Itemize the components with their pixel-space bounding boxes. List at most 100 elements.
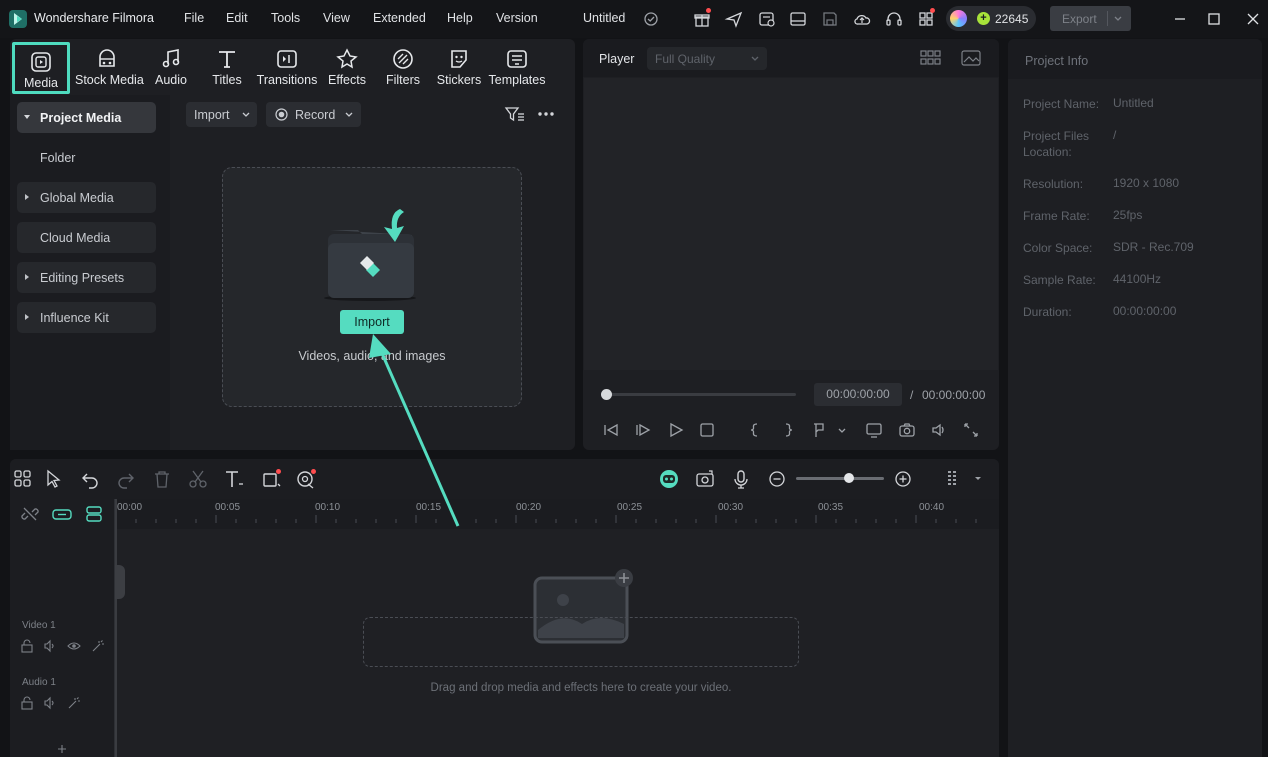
tab-media[interactable]: Media (12, 42, 70, 94)
more-options-icon[interactable] (536, 104, 556, 124)
microphone-icon[interactable] (730, 468, 752, 490)
tab-stickers-label: Stickers (436, 73, 482, 87)
minimize-icon[interactable] (1170, 9, 1190, 29)
playhead[interactable] (115, 499, 117, 757)
chevron-down-icon (345, 112, 353, 117)
mute-track-icon[interactable] (43, 696, 57, 710)
lock-track-icon[interactable] (20, 639, 34, 653)
close-icon[interactable] (1243, 9, 1263, 29)
marker-dropdown-icon[interactable] (811, 421, 849, 439)
total-timecode: 00:00:00:00 (922, 388, 986, 402)
eye-visibility-icon[interactable] (67, 639, 81, 653)
ruler-label: 00:00 (117, 502, 143, 513)
send-icon[interactable] (724, 9, 744, 29)
tab-transitions[interactable]: Transitions (256, 42, 318, 94)
mark-in-icon[interactable] (746, 421, 764, 439)
menu-extended[interactable]: Extended (373, 11, 426, 25)
add-track-icon[interactable] (56, 743, 68, 755)
menu-version[interactable]: Version (496, 11, 538, 25)
cloud-upload-icon[interactable] (852, 9, 872, 29)
tab-filters[interactable]: Filters (376, 42, 430, 94)
unlink-icon[interactable] (20, 504, 40, 524)
sidebar-item-cloud-media[interactable]: Cloud Media (17, 222, 156, 253)
tab-templates-label: Templates (488, 73, 546, 87)
tab-audio[interactable]: Audio (143, 42, 199, 94)
zoom-out-icon[interactable] (766, 468, 788, 490)
save-icon[interactable] (820, 9, 840, 29)
tab-effects[interactable]: Effects (320, 42, 374, 94)
menu-view[interactable]: View (323, 11, 350, 25)
play-icon[interactable] (667, 421, 685, 439)
select-pointer-icon[interactable] (43, 468, 65, 490)
playback-progress-handle[interactable] (601, 389, 612, 400)
ruler-ticks (115, 515, 977, 523)
filter-sort-icon[interactable] (504, 104, 526, 124)
menu-help[interactable]: Help (447, 11, 473, 25)
display-settings-icon[interactable] (865, 421, 883, 439)
auto-reframe-icon[interactable] (694, 468, 716, 490)
zoom-slider-handle[interactable] (844, 473, 854, 483)
media-render-icon[interactable] (757, 9, 777, 29)
grid-view-icon[interactable] (920, 49, 942, 67)
chevron-down-icon[interactable] (1113, 14, 1123, 24)
tab-stickers[interactable]: Stickers (432, 42, 486, 94)
timeline-ruler[interactable] (115, 499, 999, 529)
sidebar-item-editing-presets[interactable]: Editing Presets (17, 262, 156, 293)
sidebar-item-influence-kit[interactable]: Influence Kit (17, 302, 156, 333)
track-name-audio-1: Audio 1 (22, 677, 56, 688)
tab-stock-media[interactable]: Stock Media (75, 42, 144, 94)
lock-track-icon[interactable] (20, 696, 34, 710)
maximize-icon[interactable] (1204, 9, 1224, 29)
record-dropdown[interactable]: Record (266, 102, 361, 127)
apps-grid-icon[interactable] (916, 8, 936, 29)
menu-file[interactable]: File (184, 11, 204, 25)
gift-icon[interactable] (692, 8, 712, 29)
zoom-slider-track[interactable] (796, 477, 884, 480)
link-track-icon[interactable] (52, 504, 72, 524)
volume-icon[interactable] (930, 421, 948, 439)
delete-icon[interactable] (151, 468, 173, 490)
avatar[interactable] (950, 10, 967, 27)
text-tool-icon[interactable] (223, 468, 245, 490)
mute-track-icon[interactable] (43, 639, 57, 653)
tab-titles[interactable]: Titles (201, 42, 253, 94)
layout-grid-icon[interactable] (12, 468, 34, 490)
collapse-track-handle[interactable] (115, 565, 125, 599)
headset-support-icon[interactable] (884, 9, 904, 29)
export-button[interactable]: Export (1050, 6, 1131, 31)
crop-icon[interactable] (260, 468, 282, 490)
sidebar-item-global-media[interactable]: Global Media (17, 182, 156, 213)
zoom-in-icon[interactable] (892, 468, 914, 490)
sidebar-item-project-media[interactable]: Project Media (17, 102, 156, 133)
menu-tools[interactable]: Tools (271, 11, 300, 25)
camera-snapshot-icon[interactable] (898, 421, 916, 439)
scissors-icon[interactable] (187, 468, 209, 490)
quality-dropdown[interactable]: Full Quality (647, 47, 767, 70)
timeline-drop-zone[interactable] (363, 617, 799, 667)
sidebar-item-folder[interactable]: Folder (17, 142, 156, 173)
prev-frame-icon[interactable] (602, 421, 620, 439)
menu-edit[interactable]: Edit (226, 11, 248, 25)
magnetic-snap-icon[interactable] (84, 504, 104, 524)
redo-icon[interactable] (115, 468, 137, 490)
import-dropdown[interactable]: Import (186, 102, 257, 127)
mark-out-icon[interactable] (779, 421, 797, 439)
ai-tool-icon[interactable] (295, 468, 317, 490)
player-screen[interactable] (584, 78, 998, 370)
fullscreen-icon[interactable] (962, 421, 980, 439)
undo-icon[interactable] (79, 468, 101, 490)
playback-progress-track[interactable] (606, 393, 796, 396)
layout-icon[interactable] (788, 9, 808, 29)
tab-templates[interactable]: Templates (486, 42, 548, 94)
next-frame-icon[interactable] (634, 421, 652, 439)
stop-icon[interactable] (698, 421, 716, 439)
ai-assistant-icon[interactable] (658, 468, 680, 490)
tab-filters-label: Filters (385, 73, 421, 87)
auto-enhance-icon[interactable] (91, 639, 105, 653)
image-snapshot-icon[interactable] (960, 49, 982, 67)
current-timecode[interactable]: 00:00:00:00 (814, 383, 902, 406)
track-options-icon[interactable] (944, 468, 984, 490)
timeline-drop-hint: Drag and drop media and effects here to … (430, 682, 732, 694)
credits-badge[interactable]: + 22645 (946, 6, 1036, 31)
auto-enhance-icon[interactable] (67, 696, 81, 710)
